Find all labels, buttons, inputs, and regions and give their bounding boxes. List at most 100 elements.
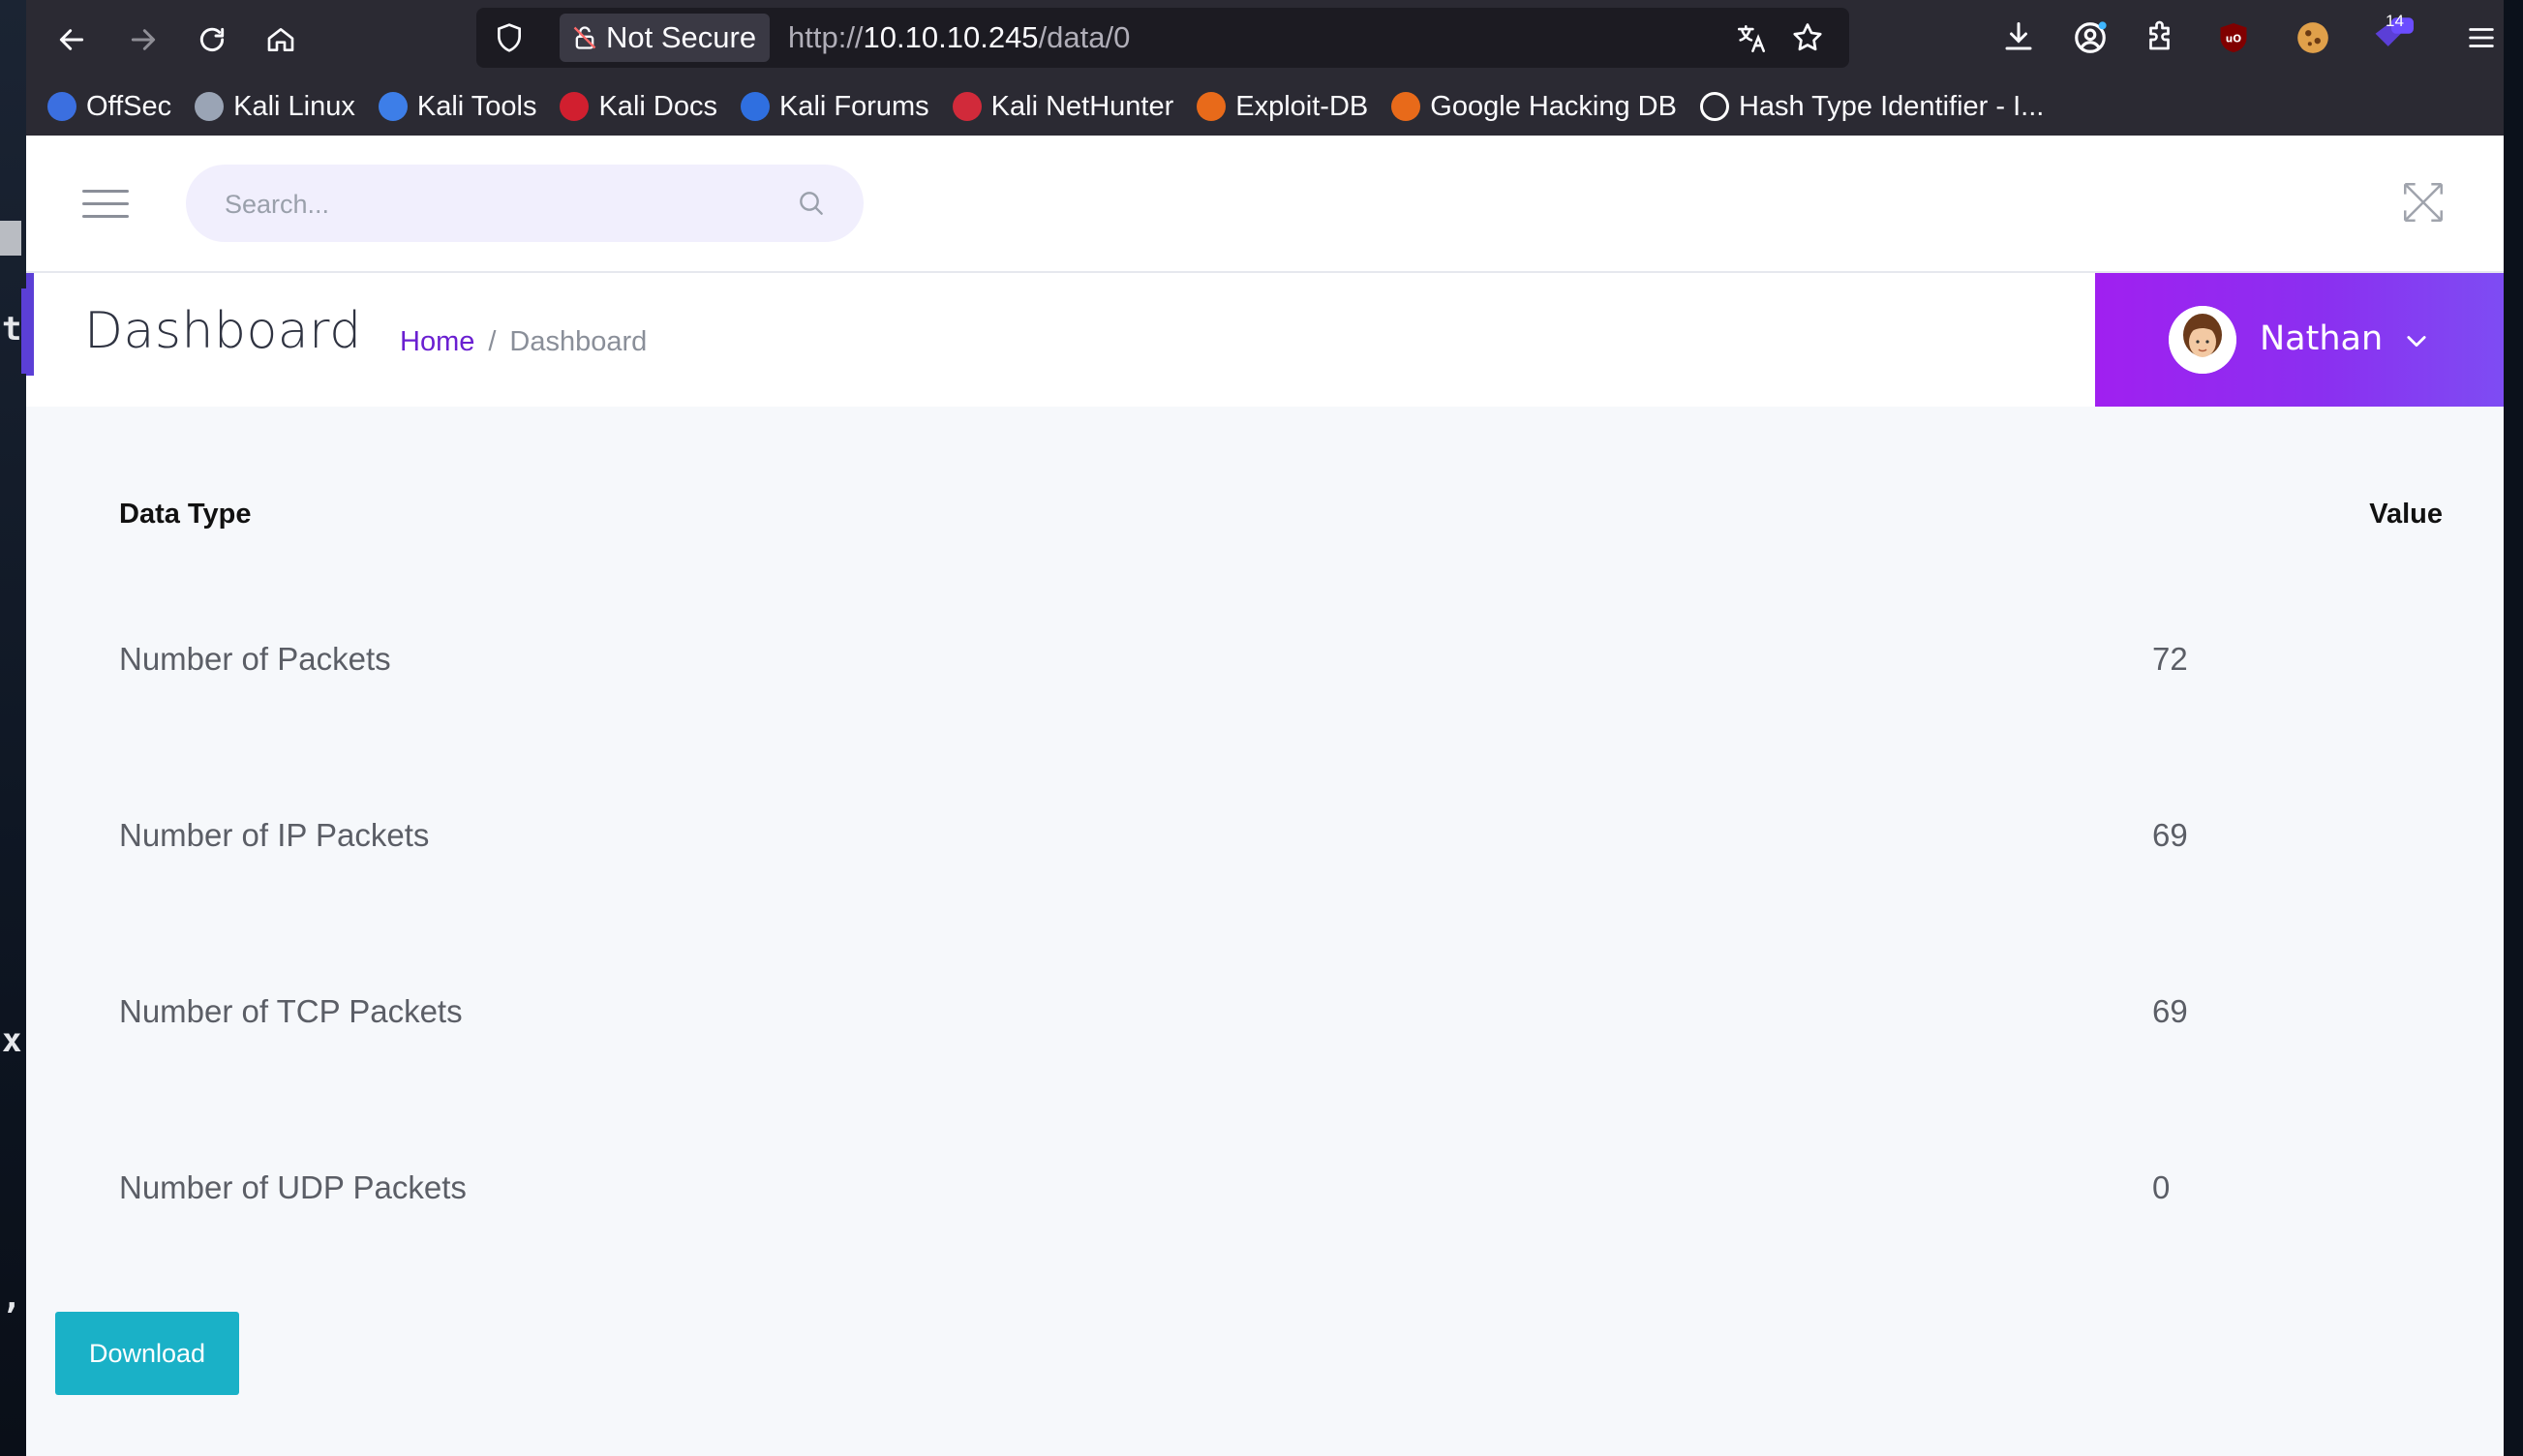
bookmark-label: Hash Type Identifier - I... [1738, 90, 2045, 122]
column-header-value: Value [2369, 498, 2443, 530]
kali-dragon-icon [195, 92, 225, 121]
fullscreen-icon[interactable] [2399, 178, 2447, 227]
account-icon[interactable] [2072, 19, 2109, 56]
hamburger-line [82, 215, 129, 218]
row-value: 69 [2152, 993, 2188, 1029]
url-path: /data/0 [1038, 20, 1131, 54]
translate-icon[interactable] [1735, 22, 1768, 55]
desktop-background: t x , [0, 0, 31, 1456]
url-text[interactable]: http://10.10.10.245/data/0 [788, 8, 1130, 68]
cookie-extension-icon[interactable] [2295, 19, 2331, 56]
bookmark-offsec[interactable]: OffSec [47, 91, 171, 123]
bookmark-kali-docs[interactable]: Kali Docs [560, 91, 717, 123]
kali-nethunter-icon [952, 92, 982, 121]
bookmark-google-hacking-db[interactable]: Google Hacking DB [1391, 91, 1677, 123]
bookmarks-toolbar: OffSec Kali Linux Kali Tools Kali Docs K… [26, 81, 2504, 132]
menu-icon[interactable] [2465, 21, 2498, 54]
desktop-scroll-thumb [0, 221, 21, 256]
bookmark-kali-forums[interactable]: Kali Forums [740, 90, 929, 123]
row-value: 72 [2152, 641, 2188, 677]
security-indicator[interactable]: Not Secure [560, 14, 771, 62]
bookmark-label: Kali Forums [778, 90, 929, 122]
star-icon[interactable] [1790, 20, 1825, 55]
back-button[interactable] [47, 15, 96, 64]
search-box [186, 165, 864, 244]
page-header: Dashboard Home / Dashboard Nathan [26, 273, 2504, 407]
arrow-right-icon [131, 29, 156, 50]
exploit-db-icon [1197, 92, 1227, 121]
reload-button[interactable] [188, 15, 236, 64]
page-title: Dashboard [84, 302, 362, 360]
chevron-down-icon [2407, 336, 2426, 348]
row-value: 0 [2152, 1169, 2171, 1205]
desktop-right-edge [2504, 0, 2523, 1456]
row-type: Number of IP Packets [119, 817, 430, 853]
browser-chrome: Not Secure http://10.10.10.245/data/0 uO… [26, 0, 2504, 136]
search-input[interactable] [223, 165, 769, 244]
row-type: Number of TCP Packets [119, 993, 463, 1029]
svg-text:uO: uO [2226, 34, 2241, 46]
hamburger-line [82, 202, 129, 205]
table-row: Number of IP Packets 69 [119, 747, 2443, 924]
kali-docs-icon [560, 92, 590, 121]
offsec-icon [47, 92, 76, 121]
bookmark-label: Kali Docs [598, 90, 717, 122]
desktop-char: x [2, 1021, 22, 1060]
bookmark-exploit-db[interactable]: Exploit-DB [1197, 91, 1368, 123]
bookmark-kali-linux[interactable]: Kali Linux [195, 91, 355, 123]
bookmark-kali-nethunter[interactable]: Kali NetHunter [952, 90, 1174, 123]
forward-button[interactable] [119, 15, 167, 64]
download-icon[interactable] [2001, 19, 2036, 54]
bookmark-label: Exploit-DB [1235, 90, 1369, 122]
table-header-row: Data Type Value [119, 470, 2443, 558]
sidebar-toggle-button[interactable] [82, 190, 129, 219]
breadcrumb-separator: / [488, 326, 497, 357]
row-type: Number of Packets [119, 641, 391, 677]
row-type: Number of UDP Packets [119, 1169, 467, 1205]
table-row: Number of Packets 72 [119, 558, 2443, 747]
table-row: Number of UDP Packets 0 [119, 1100, 2443, 1276]
bookmark-hash-type-identifier[interactable]: Hash Type Identifier - I... [1699, 90, 2045, 123]
user-avatar-icon [2169, 306, 2236, 374]
bookmark-label: Google Hacking DB [1430, 90, 1677, 122]
kali-tools-icon [378, 92, 408, 121]
reload-icon [199, 27, 225, 51]
search-icon[interactable] [796, 188, 827, 219]
avatar [2169, 306, 2236, 374]
bookmark-kali-tools[interactable]: Kali Tools [378, 90, 537, 123]
breadcrumb-home-link[interactable]: Home [400, 326, 474, 357]
desktop-char: t [2, 310, 22, 349]
hamburger-line [82, 190, 129, 193]
kali-forums-icon [740, 92, 770, 121]
url-scheme: http:// [788, 20, 864, 54]
security-label: Not Secure [606, 20, 757, 54]
breadcrumb-current: Dashboard [509, 326, 648, 357]
ublock-icon[interactable]: uO [2216, 19, 2251, 56]
lock-open-icon [573, 26, 596, 49]
app-topbar [26, 136, 2504, 273]
google-hacking-db-icon [1391, 92, 1421, 121]
url-host: 10.10.10.245 [863, 20, 1039, 54]
home-icon [267, 28, 294, 51]
shield-icon[interactable] [494, 22, 525, 53]
row-value: 69 [2152, 817, 2188, 853]
header-accent-bar [26, 273, 34, 376]
user-name: Nathan [2260, 319, 2384, 358]
download-button[interactable]: Download [55, 1312, 239, 1395]
bookmark-label: Kali Tools [416, 90, 537, 122]
web-page: Dashboard Home / Dashboard Nathan Data Typ… [26, 136, 2504, 1456]
user-menu[interactable]: Nathan [2095, 273, 2504, 407]
hash-identifier-icon [1699, 92, 1729, 121]
url-bar[interactable]: Not Secure http://10.10.10.245/data/0 [476, 8, 1849, 68]
data-table: Data Type Value Number of Packets 72 Num… [119, 470, 2443, 1276]
breadcrumb: Home / Dashboard [400, 326, 647, 358]
arrow-left-icon [59, 29, 84, 50]
extension-badge-count: 14 [2386, 12, 2404, 30]
desktop-char: , [2, 1278, 22, 1317]
home-button[interactable] [257, 15, 305, 64]
table-row: Number of TCP Packets 69 [119, 924, 2443, 1100]
column-header-data-type: Data Type [119, 498, 252, 530]
bookmark-label: Kali NetHunter [990, 90, 1174, 122]
extensions-icon[interactable] [2143, 19, 2178, 54]
bookmark-label: OffSec [86, 90, 172, 122]
